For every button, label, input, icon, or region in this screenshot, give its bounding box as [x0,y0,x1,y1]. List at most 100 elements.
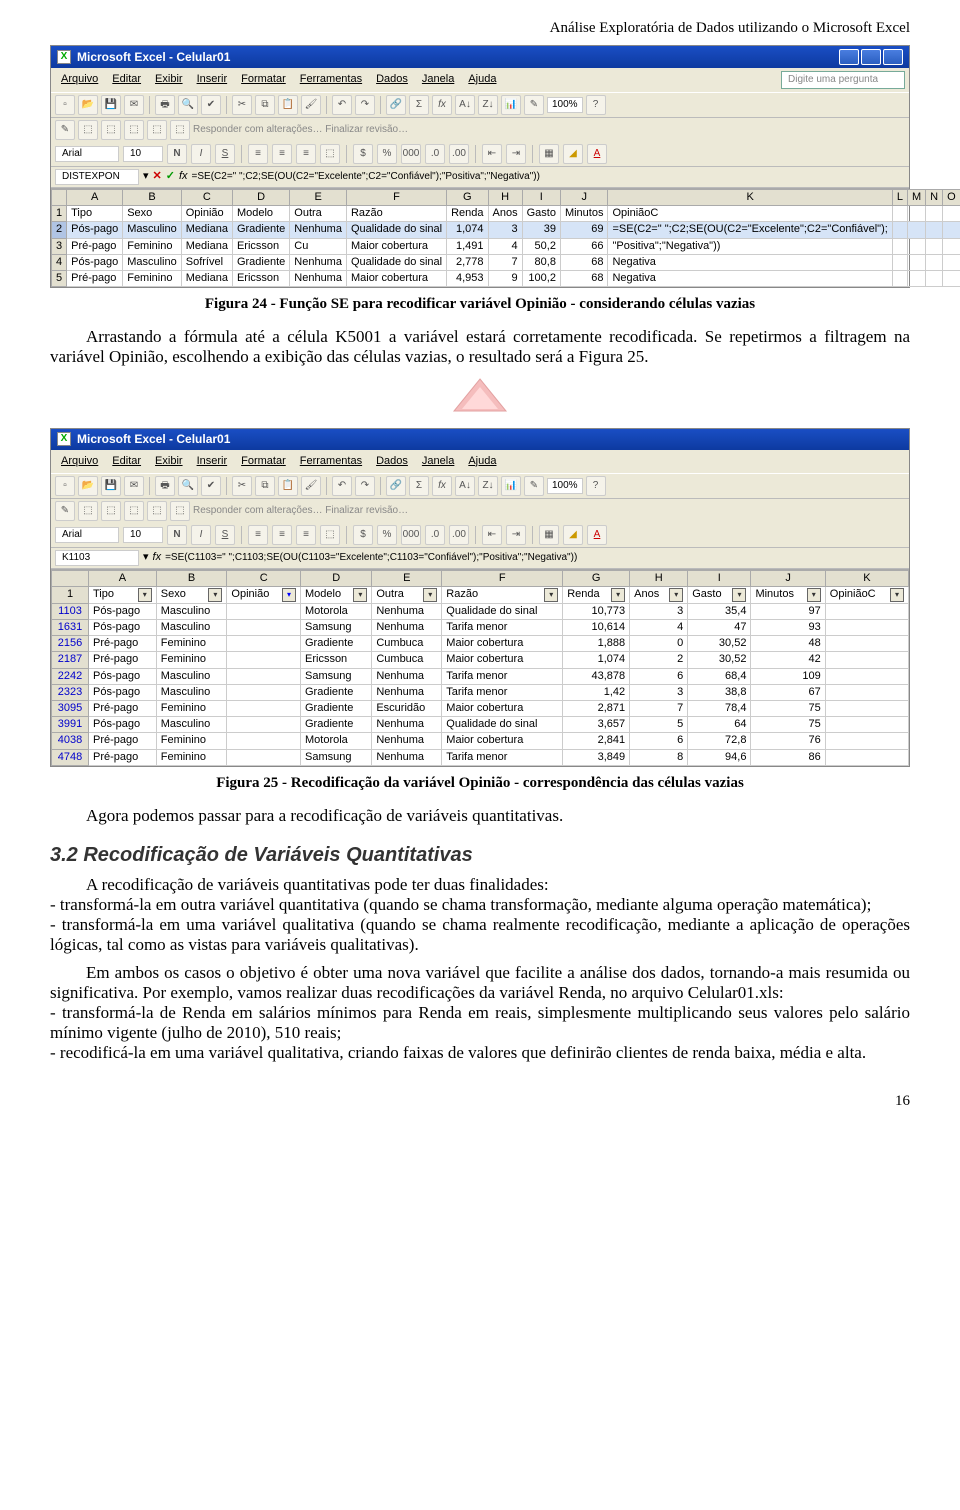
cell[interactable]: Maior cobertura [442,701,563,717]
cell[interactable]: 1,888 [563,636,630,652]
preview-icon[interactable]: 🔍 [178,476,198,496]
cell[interactable]: 78,4 [688,701,751,717]
cell[interactable]: Sofrível [181,254,232,270]
cell[interactable] [825,684,908,700]
inc-dec-icon[interactable]: .0 [425,144,445,164]
filter-dropdown-icon[interactable]: ▾ [544,588,558,602]
menu-inserir[interactable]: Inserir [191,453,234,470]
cell[interactable]: Samsung [301,749,372,765]
cell[interactable]: 2,778 [447,254,488,270]
cell[interactable]: Sexo [123,206,182,222]
cell[interactable]: Qualidade do sinal [346,254,446,270]
cell[interactable]: Pré-pago [89,749,157,765]
percent-icon[interactable]: % [377,144,397,164]
cell[interactable]: Tarifa menor [442,749,563,765]
row-header[interactable]: 3991 [52,717,89,733]
cell[interactable]: 47 [688,620,751,636]
drawing-icon[interactable]: ✎ [524,476,544,496]
cell[interactable]: Razão [346,206,446,222]
cell[interactable]: 9 [488,270,522,286]
italic-icon[interactable]: I [191,144,211,164]
cell[interactable]: Nenhuma [372,620,442,636]
filter-header[interactable]: OpiniãoC▾ [825,586,908,603]
row-header[interactable]: 2323 [52,684,89,700]
format-toolbar[interactable]: Arial 10 NIS ≡≡≡⬚ $%000 .0.00 ⇤⇥ ▦◢A [51,523,909,548]
rev-icon[interactable]: ⬚ [170,120,190,140]
cell[interactable] [907,254,925,270]
col-header[interactable]: G [447,190,488,206]
col-header[interactable]: H [630,570,688,586]
cell[interactable] [825,749,908,765]
cell[interactable]: Nenhuma [290,254,347,270]
fx-label[interactable]: fx [153,551,162,564]
cell[interactable] [825,652,908,668]
cell[interactable] [892,270,907,286]
font-name[interactable]: Arial [55,527,119,543]
redo-icon[interactable]: ↷ [355,476,375,496]
cell[interactable]: Maior cobertura [442,733,563,749]
cell[interactable]: 93 [751,620,825,636]
cell[interactable]: Masculino [156,620,227,636]
cell[interactable]: 4,953 [447,270,488,286]
cell[interactable]: 75 [751,701,825,717]
filter-header[interactable]: Sexo▾ [156,586,227,603]
formula-text[interactable]: =SE(C1103=" ";C1103;SE(OU(C1103="Excelen… [165,552,905,564]
zoom[interactable]: 100% [547,478,583,494]
align-right-icon[interactable]: ≡ [296,144,316,164]
undo-icon[interactable]: ↶ [332,95,352,115]
menu-ferramentas[interactable]: Ferramentas [294,71,368,89]
cell[interactable]: Gradiente [301,636,372,652]
cell[interactable]: 68 [560,270,608,286]
cell[interactable]: Feminino [156,636,227,652]
cell[interactable]: 10,614 [563,620,630,636]
fill-icon[interactable]: ◢ [563,144,583,164]
cell[interactable]: Feminino [156,733,227,749]
open-icon[interactable]: 📂 [78,476,98,496]
minimize-icon[interactable] [839,49,859,65]
cell[interactable]: Pré-pago [89,733,157,749]
cell[interactable]: Masculino [156,603,227,619]
standard-toolbar[interactable]: ▫📂💾✉ 🖶🔍✔ ✂⧉📋🖌 ↶↷ 🔗Σfx A↓Z↓ 📊✎ 100% ? [51,473,909,499]
cell[interactable]: 6 [630,668,688,684]
cell[interactable]: Feminino [123,270,182,286]
cell[interactable]: Tipo [67,206,123,222]
cell[interactable]: 50,2 [522,238,560,254]
col-header[interactable]: B [156,570,227,586]
cell[interactable]: "Positiva";"Negativa")) [608,238,892,254]
cell[interactable] [926,254,943,270]
row-header[interactable]: 4 [52,254,67,270]
cell[interactable]: OpiniãoC [608,206,892,222]
sort-asc-icon[interactable]: A↓ [455,476,475,496]
cell[interactable] [227,603,301,619]
fx-label[interactable]: fx [179,170,188,183]
menu-formatar[interactable]: Formatar [235,71,292,89]
cell[interactable]: =SE(C2=" ";C2;SE(OU(C2="Excelente";C2="C… [608,222,892,238]
menu-janela[interactable]: Janela [416,453,460,470]
cell[interactable]: Negativa [608,270,892,286]
name-box[interactable]: DISTEXPON [55,169,139,185]
row-header[interactable]: 2 [52,222,67,238]
cell[interactable]: 42 [751,652,825,668]
cell[interactable]: Nenhuma [372,603,442,619]
cell[interactable]: 30,52 [688,636,751,652]
menu-editar[interactable]: Editar [106,71,147,89]
align-left-icon[interactable]: ≡ [248,144,268,164]
formula-bar[interactable]: DISTEXPON ▾ ✕ ✓ fx =SE(C2=" ";C2;SE(OU(C… [51,167,909,188]
col-header[interactable]: K [825,570,908,586]
cell[interactable]: Feminino [156,701,227,717]
question-box[interactable]: Digite uma pergunta [781,71,905,89]
link-icon[interactable]: 🔗 [386,95,406,115]
format-painter-icon[interactable]: 🖌 [301,95,321,115]
new-icon[interactable]: ▫ [55,95,75,115]
cell[interactable]: Anos [488,206,522,222]
col-header[interactable]: A [89,570,157,586]
menu-exibir[interactable]: Exibir [149,453,189,470]
cell[interactable]: 48 [751,636,825,652]
cell[interactable]: Pós-pago [89,603,157,619]
col-header[interactable]: B [123,190,182,206]
rev-icon[interactable]: ⬚ [78,501,98,521]
cell[interactable]: Nenhuma [290,270,347,286]
cell[interactable]: 1,42 [563,684,630,700]
cell[interactable]: Pré-pago [89,636,157,652]
cell[interactable]: 1,491 [447,238,488,254]
